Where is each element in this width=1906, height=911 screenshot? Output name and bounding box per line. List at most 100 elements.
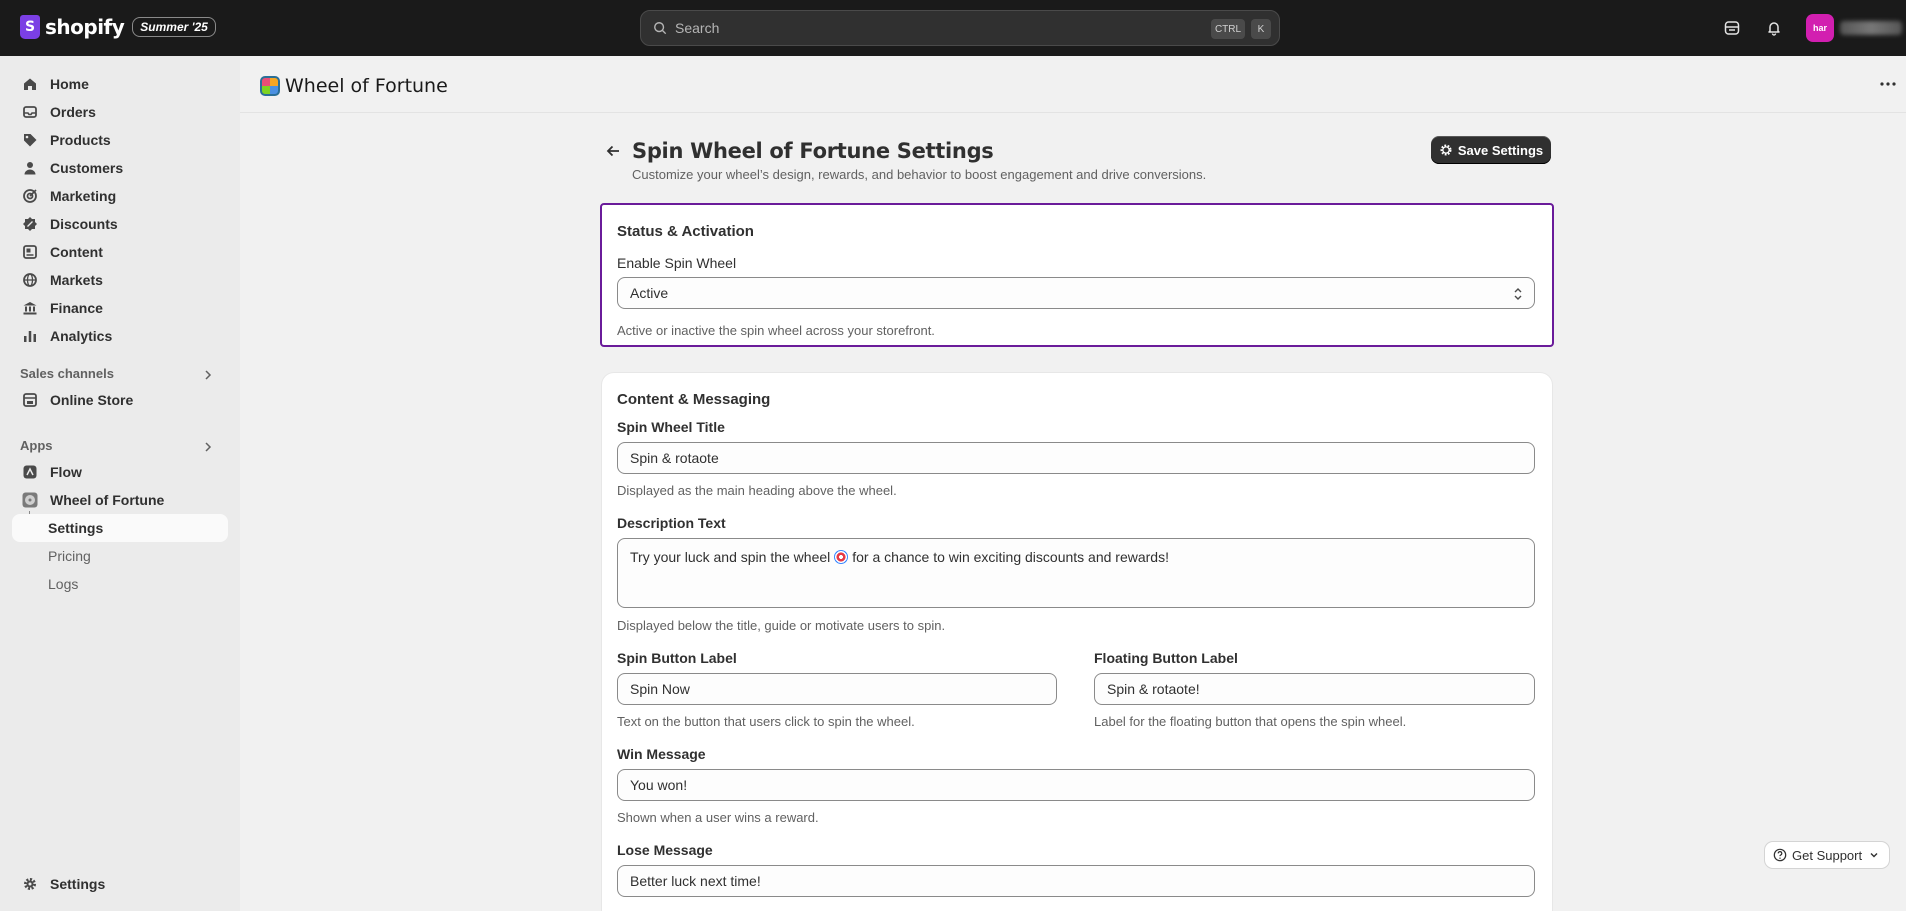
search-icon	[654, 22, 667, 35]
search-placeholder: Search	[675, 20, 720, 36]
card-title: Content & Messaging	[617, 391, 771, 408]
sidebar-item-label: Wheel of Fortune	[50, 492, 165, 508]
sidebar-item-customers[interactable]: Customers	[12, 154, 228, 182]
input-value: Spin Now	[630, 681, 690, 697]
sidebar-item-pricing[interactable]: Pricing	[12, 542, 228, 570]
spin-button-label-input[interactable]: Spin Now	[617, 673, 1057, 705]
content-messaging-card: Content & Messaging Spin Wheel Title Spi…	[602, 373, 1552, 911]
chevron-right-icon[interactable]	[202, 441, 214, 453]
win-message-label: Win Message	[617, 746, 706, 762]
sidebar-item-markets[interactable]: Markets	[12, 266, 228, 294]
sidebar-item-label: Products	[50, 132, 111, 148]
save-settings-button[interactable]: Save Settings	[1431, 136, 1551, 164]
enable-spin-wheel-label: Enable Spin Wheel	[617, 255, 737, 271]
sidebar-item-analytics[interactable]: Analytics	[12, 322, 228, 350]
sidebar-item-settings-sub[interactable]: Settings	[12, 514, 228, 542]
app-title: Wheel of Fortune	[285, 75, 448, 97]
apps-title[interactable]: Apps	[20, 438, 53, 453]
status-activation-card: Status & Activation Enable Spin Wheel Ac…	[600, 203, 1554, 347]
description-textarea[interactable]: Try your luck and spin the wheel for a ch…	[617, 538, 1535, 608]
back-arrow-icon[interactable]	[604, 142, 622, 160]
spin-wheel-title-input[interactable]: Spin & rotaote	[617, 442, 1535, 474]
sidebar-item-label: Customers	[50, 160, 124, 176]
get-support-label: Get Support	[1792, 847, 1863, 863]
spin-button-help-text: Text on the button that users click to s…	[617, 714, 915, 729]
card-title: Status & Activation	[617, 223, 754, 240]
sidebar-item-logs[interactable]: Logs	[12, 570, 228, 598]
store-name-redacted[interactable]	[1840, 21, 1902, 35]
dart-target-emoji-icon	[834, 550, 849, 564]
wheel-app-icon	[22, 492, 38, 508]
win-message-input[interactable]: You won!	[617, 769, 1535, 801]
sidebar-item-label: Marketing	[50, 188, 117, 204]
bank-icon	[22, 300, 38, 316]
orders-icon	[22, 104, 38, 120]
shopify-bag-icon	[20, 15, 40, 39]
top-bar: shopify Summer '25 Search CTRL K har	[0, 0, 1906, 56]
help-circle-icon	[1773, 848, 1787, 862]
search-input[interactable]: Search CTRL K	[640, 10, 1280, 46]
home-icon	[22, 76, 38, 92]
spin-button-label-label: Spin Button Label	[617, 650, 737, 666]
avatar[interactable]: har	[1806, 14, 1834, 42]
sidebar-item-marketing[interactable]: Marketing	[12, 182, 228, 210]
sidebar-item-label: Content	[50, 244, 103, 260]
globe-icon	[22, 272, 38, 288]
description-text-label: Description Text	[617, 515, 726, 531]
enable-spin-wheel-select[interactable]: Active	[617, 277, 1535, 309]
sidebar-item-label: Pricing	[48, 548, 91, 564]
sidebar-item-orders[interactable]: Orders	[12, 98, 228, 126]
get-support-button[interactable]: Get Support	[1765, 842, 1889, 868]
sidebar-item-label: Settings	[48, 520, 104, 536]
edition-badge[interactable]: Summer '25	[132, 17, 216, 37]
page-title: Spin Wheel of Fortune Settings	[632, 139, 994, 163]
floating-button-label-input[interactable]: Spin & rotaote!	[1094, 673, 1535, 705]
sidebar-item-label: Logs	[48, 576, 79, 592]
store-icon-button[interactable]	[1722, 18, 1742, 38]
storefront-icon	[22, 392, 38, 408]
tag-icon	[22, 132, 38, 148]
more-actions-icon[interactable]	[1880, 82, 1896, 86]
lose-message-input[interactable]: Better luck next time!	[617, 865, 1535, 897]
sidebar-item-settings[interactable]: Settings	[12, 870, 228, 898]
discount-icon	[22, 216, 38, 232]
sidebar-item-label: Analytics	[50, 328, 113, 344]
kbd-k: K	[1251, 19, 1271, 39]
sidebar-item-label: Discounts	[50, 216, 118, 232]
floating-button-help-text: Label for the floating button that opens…	[1094, 714, 1407, 729]
input-value: Spin & rotaote	[630, 450, 719, 466]
page-subtitle: Customize your wheel’s design, rewards, …	[632, 167, 1207, 182]
sidebar-item-finance[interactable]: Finance	[12, 294, 228, 322]
shopify-logo[interactable]: shopify Summer '25	[20, 15, 216, 39]
person-icon	[22, 160, 38, 176]
sidebar-item-content[interactable]: Content	[12, 238, 228, 266]
sidebar-item-flow[interactable]: Flow	[12, 458, 228, 486]
notifications-button[interactable]	[1764, 18, 1784, 38]
sidebar-item-online-store[interactable]: Online Store	[12, 386, 228, 414]
sidebar-item-discounts[interactable]: Discounts	[12, 210, 228, 238]
save-settings-label: Save Settings	[1457, 142, 1544, 158]
enable-help-text: Active or inactive the spin wheel across…	[617, 323, 935, 338]
kbd-ctrl: CTRL	[1211, 19, 1245, 39]
sidebar-item-label: Settings	[50, 876, 106, 892]
sidebar-item-label: Orders	[50, 104, 96, 120]
sidebar-item-label: Markets	[50, 272, 103, 288]
input-value: You won!	[630, 777, 688, 793]
chevron-right-icon[interactable]	[202, 369, 214, 381]
select-updown-icon	[1514, 288, 1522, 300]
app-header: Wheel of Fortune	[240, 56, 1906, 113]
bar-chart-icon	[22, 328, 38, 344]
textarea-value-start: Try your luck and spin the wheel	[630, 549, 831, 565]
sidebar-item-home[interactable]: Home	[12, 70, 228, 98]
sidebar-item-products[interactable]: Products	[12, 126, 228, 154]
sidebar-item-wheel-of-fortune[interactable]: Wheel of Fortune	[12, 486, 228, 514]
gear-icon	[22, 876, 38, 892]
sidebar: Home Orders Products Customers Marketing…	[0, 56, 240, 911]
lose-message-label: Lose Message	[617, 842, 713, 858]
sales-channels-title[interactable]: Sales channels	[20, 366, 114, 381]
sidebar-item-label: Finance	[50, 300, 103, 316]
input-value: Better luck next time!	[630, 873, 761, 889]
input-value: Spin & rotaote!	[1107, 681, 1200, 697]
spin-wheel-title-label: Spin Wheel Title	[617, 419, 725, 435]
description-help-text: Displayed below the title, guide or moti…	[617, 618, 946, 633]
